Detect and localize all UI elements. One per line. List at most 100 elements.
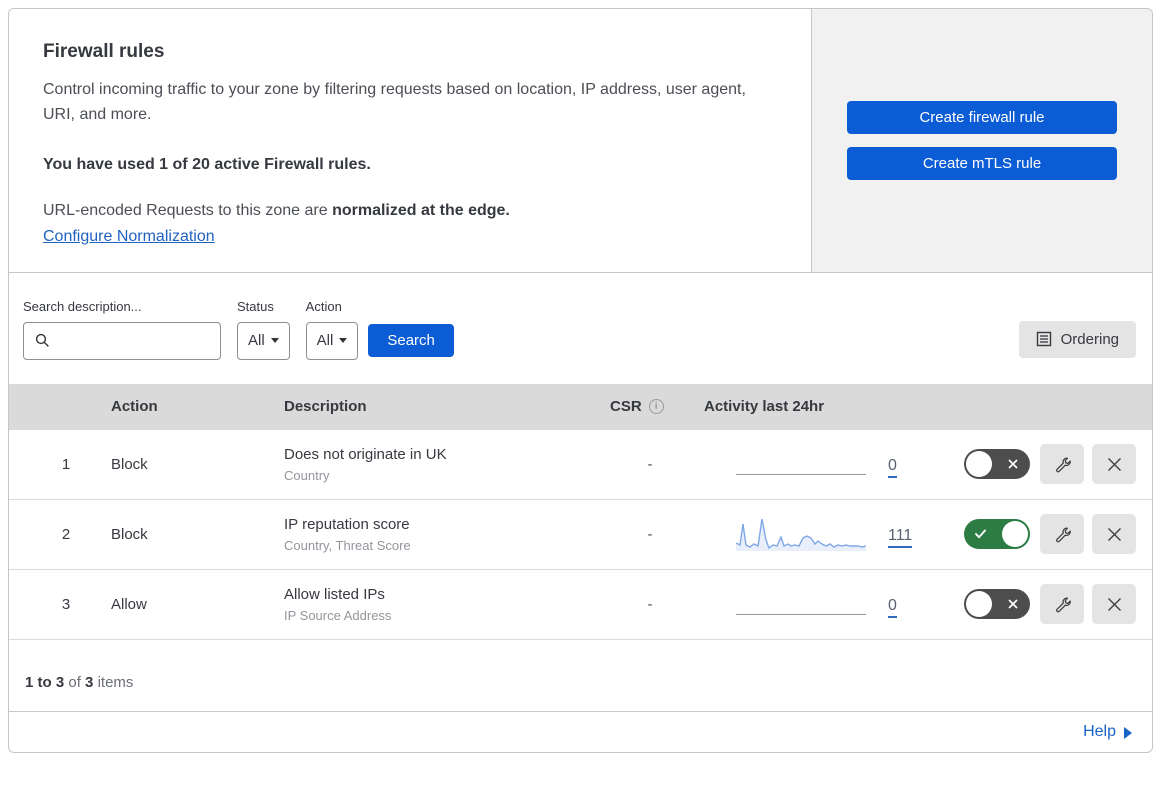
table-header: Action Description CSR i Activity last 2…: [9, 383, 1152, 430]
status-filter-group: Status All: [237, 299, 290, 360]
normalization-note: URL-encoded Requests to this zone are no…: [43, 202, 771, 220]
rule-description-cell: Does not originate in UK Country: [274, 446, 600, 483]
help-link[interactable]: Help: [1083, 723, 1132, 741]
chevron-down-icon: [270, 338, 279, 344]
page-header: Firewall rules Control incoming traffic …: [9, 9, 1152, 273]
page-title: Firewall rules: [43, 41, 165, 62]
delete-rule-button[interactable]: [1092, 584, 1136, 625]
table-row: 3 Allow Allow listed IPs IP Source Addre…: [9, 569, 1152, 640]
action-select[interactable]: All: [305, 321, 359, 360]
rule-activity-cell: 0: [700, 591, 940, 618]
edit-cell: [1040, 514, 1092, 555]
toggle-x-icon: [1008, 459, 1018, 469]
normalization-bold: normalized at the edge.: [332, 201, 510, 219]
table-row: 1 Block Does not originate in UK Country…: [9, 429, 1152, 500]
normalization-text: URL-encoded Requests to this zone are: [43, 201, 333, 219]
action-label: Action: [305, 298, 342, 314]
configure-normalization-link[interactable]: Configure Normalization: [43, 228, 215, 245]
activity-flatline: [736, 473, 866, 475]
toggle-x-icon: [1008, 599, 1018, 609]
toggle-cell: [940, 449, 1040, 480]
activity-count-link[interactable]: 111: [888, 527, 913, 548]
total-text: 3: [85, 673, 94, 691]
close-icon: [1107, 527, 1121, 541]
column-description: Description: [284, 398, 367, 416]
search-button[interactable]: Search: [368, 323, 454, 357]
pagination-summary: 1 to 3 of 3 items: [9, 640, 1152, 711]
search-input-wrap: [23, 321, 221, 360]
triangle-right-icon: [1124, 726, 1132, 739]
rule-number: 3: [61, 595, 71, 613]
rule-description: Does not originate in UK: [284, 445, 447, 463]
rule-action: Allow: [111, 595, 147, 613]
rule-criteria: Country, Threat Score: [284, 537, 411, 553]
activity-count-link[interactable]: 0: [888, 597, 897, 618]
search-group: Search description...: [23, 299, 221, 360]
edit-rule-button[interactable]: [1040, 584, 1084, 625]
ordering-button-label: Ordering: [1060, 330, 1119, 348]
create-firewall-rule-button[interactable]: Create firewall rule: [847, 100, 1117, 134]
create-mtls-rule-button[interactable]: Create mTLS rule: [847, 146, 1117, 180]
filter-bar: Search description... Status All Action …: [9, 273, 1152, 384]
toggle-knob: [966, 451, 992, 478]
close-icon: [1107, 457, 1121, 471]
delete-cell: [1092, 514, 1152, 555]
wrench-icon: [1055, 597, 1071, 612]
rule-enabled-toggle[interactable]: [964, 589, 1030, 620]
rule-action: Block: [111, 455, 148, 473]
status-select-value: All: [248, 332, 265, 350]
edit-cell: [1040, 444, 1092, 485]
delete-cell: [1092, 444, 1152, 485]
column-csr: CSR i: [600, 398, 700, 415]
rule-enabled-toggle[interactable]: [964, 449, 1030, 480]
activity-flatline: [736, 613, 866, 615]
help-label: Help: [1083, 722, 1116, 740]
status-select[interactable]: All: [237, 321, 290, 360]
toggle-knob: [966, 591, 992, 618]
toggle-knob: [1002, 521, 1028, 548]
rule-enabled-toggle[interactable]: [964, 519, 1030, 550]
rule-action: Block: [111, 525, 148, 543]
rule-criteria: IP Source Address: [284, 607, 392, 623]
column-action: Action: [111, 398, 158, 416]
toggle-check-icon: [975, 529, 986, 539]
wrench-icon: [1055, 457, 1071, 472]
info-icon[interactable]: i: [648, 399, 664, 415]
rule-description-cell: IP reputation score Country, Threat Scor…: [274, 516, 600, 553]
header-actions-panel: Create firewall rule Create mTLS rule: [811, 9, 1152, 272]
help-bar: Help: [9, 710, 1152, 752]
search-input[interactable]: [23, 321, 221, 360]
page-description: Control incoming traffic to your zone by…: [43, 81, 746, 124]
search-label: Search description...: [23, 298, 142, 314]
edit-rule-button[interactable]: [1040, 514, 1084, 555]
delete-rule-button[interactable]: [1092, 444, 1136, 485]
chevron-down-icon: [339, 338, 348, 344]
rule-description: IP reputation score: [284, 515, 410, 533]
action-filter-group: Action All: [305, 298, 359, 360]
action-select-value: All: [316, 332, 334, 350]
rule-csr: -: [647, 455, 653, 473]
range-text: 1 to 3: [25, 673, 65, 691]
toggle-cell: [940, 589, 1040, 620]
ordering-list-icon: [1036, 331, 1051, 347]
rule-activity-cell: 111: [700, 515, 940, 553]
rule-description: Allow listed IPs: [284, 585, 385, 603]
of-text: of: [68, 673, 81, 691]
status-label: Status: [237, 298, 274, 314]
items-text: items: [97, 673, 134, 691]
toggle-cell: [940, 519, 1040, 550]
wrench-icon: [1055, 527, 1071, 542]
rule-csr: -: [647, 525, 653, 543]
usage-summary: You have used 1 of 20 active Firewall ru…: [43, 155, 371, 173]
column-activity: Activity last 24hr: [704, 398, 825, 416]
header-text-panel: Firewall rules Control incoming traffic …: [9, 9, 811, 272]
activity-count-link[interactable]: 0: [888, 457, 897, 478]
ordering-button[interactable]: Ordering: [1018, 320, 1136, 358]
activity-sparkline: [735, 515, 867, 553]
rule-number: 1: [61, 455, 71, 473]
rule-criteria: Country: [284, 467, 330, 483]
edit-cell: [1040, 584, 1092, 625]
delete-rule-button[interactable]: [1092, 514, 1136, 555]
delete-cell: [1092, 584, 1152, 625]
edit-rule-button[interactable]: [1040, 444, 1084, 485]
